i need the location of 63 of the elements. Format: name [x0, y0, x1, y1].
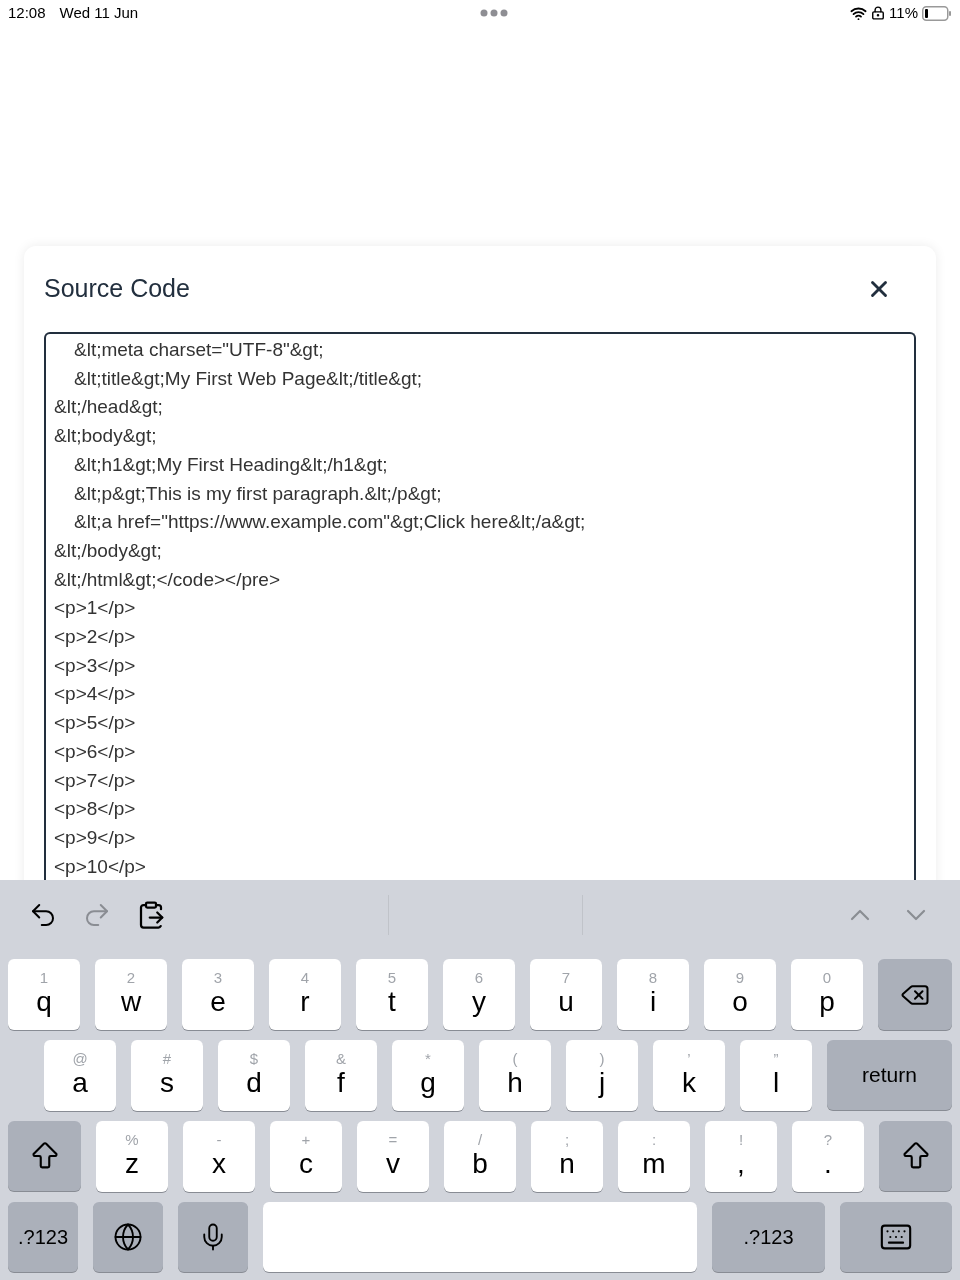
letter-key[interactable]: 6 y	[443, 959, 515, 1030]
battery-icon	[922, 5, 952, 21]
code-line: <p>6</p>	[54, 739, 136, 764]
letter-key[interactable]: ” l	[740, 1040, 812, 1111]
microphone-key[interactable]	[178, 1202, 248, 1272]
letter-key[interactable]: ! ,	[705, 1121, 777, 1192]
shift-key[interactable]	[879, 1121, 952, 1191]
code-line: &lt;/head&gt;	[54, 395, 163, 420]
numbers-key[interactable]: .?123	[712, 1202, 825, 1272]
letter-key[interactable]: + c	[270, 1121, 342, 1192]
letter-key[interactable]: 3 e	[182, 959, 254, 1030]
code-line: <p>7</p>	[54, 768, 136, 793]
numbers-key[interactable]: .?123	[8, 1202, 78, 1272]
letter-key[interactable]: ; n	[531, 1121, 603, 1192]
letter-key[interactable]: ? .	[792, 1121, 864, 1192]
code-line: <p>5</p>	[54, 711, 136, 736]
letter-key[interactable]: ) j	[566, 1040, 638, 1111]
letter-key[interactable]: 1 q	[8, 959, 80, 1030]
code-line: &lt;meta charset="UTF-8"&gt;	[73, 338, 324, 362]
battery-percent: 11%	[889, 2, 918, 23]
letter-key[interactable]: / b	[444, 1121, 516, 1192]
letter-key[interactable]: 7 u	[530, 959, 602, 1030]
code-line: <p>8</p>	[54, 797, 136, 822]
letter-key[interactable]: $ d	[218, 1040, 290, 1111]
status-time: 12:08	[8, 2, 46, 23]
letter-key[interactable]: 8 i	[617, 959, 689, 1030]
delete-key[interactable]	[878, 959, 952, 1030]
letter-key[interactable]: = v	[357, 1121, 429, 1192]
globe-key[interactable]	[93, 1202, 163, 1272]
letter-key[interactable]: * g	[392, 1040, 464, 1111]
code-line: &lt;title&gt;My First Web Page&lt;/title&gt;	[73, 366, 423, 391]
code-line: &lt;p&gt;This is my first paragraph.&lt;/p&gt;	[73, 481, 442, 506]
code-line: &lt;h1&gt;My First Heading&lt;/h1&gt;	[73, 452, 388, 477]
status-date: Wed 11 Jun	[59, 2, 139, 23]
letter-key[interactable]: 9 o	[704, 959, 776, 1030]
code-line: &lt;/body&gt;	[54, 538, 162, 563]
code-line: <p>3</p>	[54, 653, 136, 678]
code-line: <p>1</p>	[54, 596, 136, 621]
letter-key[interactable]: 2 w	[95, 959, 167, 1030]
letter-key[interactable]: @ a	[44, 1040, 116, 1111]
code-line: <p>10</p>	[54, 854, 146, 879]
letter-key[interactable]: - x	[183, 1121, 255, 1192]
letter-key[interactable]: # s	[131, 1040, 203, 1111]
code-line: <p>9</p>	[54, 825, 136, 850]
dialog-title: Source Code	[44, 273, 190, 305]
letter-key[interactable]: ( h	[479, 1040, 551, 1111]
globe-icon	[113, 1222, 143, 1252]
code-line: &lt;body&gt;	[54, 424, 157, 449]
letter-key[interactable]: : m	[618, 1121, 690, 1192]
code-line: <p>4</p>	[54, 682, 136, 707]
shift-key[interactable]	[8, 1121, 81, 1191]
more-dots-icon	[480, 9, 509, 17]
letter-key[interactable]: % z	[96, 1121, 168, 1192]
return-key[interactable]: return	[827, 1040, 952, 1110]
letter-key[interactable]: 0 p	[791, 959, 863, 1030]
letter-key[interactable]: 4 r	[269, 959, 341, 1030]
code-line: &lt;/html&gt;</code></pre>	[54, 567, 281, 592]
letter-key[interactable]: & f	[305, 1040, 377, 1111]
letter-key[interactable]: ’ k	[653, 1040, 725, 1111]
hide-keyboard-key[interactable]	[840, 1202, 952, 1272]
code-line: &lt;a href="https://www.example.com"&gt;Click here&lt;/a&gt;	[73, 510, 586, 535]
letter-key[interactable]: 5 t	[356, 959, 428, 1030]
code-line: <p>2</p>	[54, 625, 136, 650]
